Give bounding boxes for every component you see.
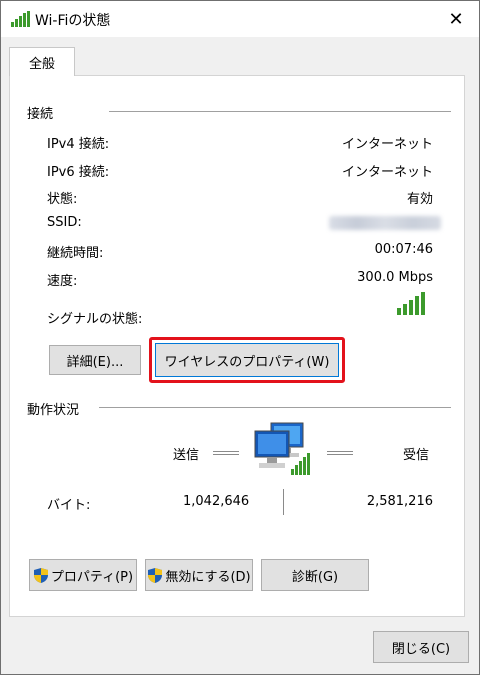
wifi-status-window: Wi-Fiの状態 ✕ 全般 接続 IPv4 接続: インターネット IPv6 接… (0, 0, 480, 675)
duration-value: 00:07:46 (374, 242, 433, 257)
duration-label: 継続時間: (47, 246, 104, 261)
sent-line (213, 451, 239, 455)
ssid-value-redacted (329, 216, 441, 230)
disable-button[interactable]: 無効にする(D) (145, 559, 253, 591)
ipv4-label: IPv4 接続: (47, 137, 110, 152)
title-bar[interactable]: Wi-Fiの状態 ✕ (1, 1, 479, 37)
ssid-label: SSID: (47, 215, 82, 230)
bytes-received-value: 2,581,216 (366, 494, 433, 509)
network-computers-icon (254, 422, 310, 475)
bytes-sent-value: 1,042,646 (183, 494, 250, 509)
diagnose-button[interactable]: 診断(G) (261, 559, 369, 591)
ipv6-label: IPv6 接続: (47, 165, 110, 180)
signal-strength-icon (397, 292, 425, 315)
ipv4-value: インターネット (341, 137, 433, 152)
connection-group-label: 接続 (27, 107, 54, 122)
disable-button-label: 無効にする(D) (165, 569, 251, 585)
details-button[interactable]: 詳細(E)... (49, 345, 141, 375)
signal-label: シグナルの状態: (47, 312, 143, 327)
close-icon[interactable]: ✕ (433, 1, 479, 37)
ipv6-value: インターネット (341, 165, 433, 180)
uac-shield-icon (148, 567, 163, 583)
received-label: 受信 (403, 448, 430, 463)
wireless-properties-button[interactable]: ワイヤレスのプロパティ(W) (155, 343, 339, 377)
speed-label: 速度: (47, 274, 78, 289)
wifi-signal-icon (11, 11, 30, 27)
tab-general[interactable]: 全般 (9, 47, 75, 76)
bytes-divider (283, 489, 284, 515)
activity-group-label: 動作状況 (27, 403, 80, 418)
window-title: Wi-Fiの状態 (35, 13, 111, 29)
status-label: 状態: (47, 192, 78, 207)
speed-value: 300.0 Mbps (357, 270, 433, 285)
activity-group-divider (99, 407, 451, 408)
connection-group-divider (109, 111, 451, 112)
uac-shield-icon (33, 567, 48, 583)
status-value: 有効 (406, 192, 433, 207)
properties-button-label: プロパティ(P) (50, 569, 134, 585)
properties-button[interactable]: プロパティ(P) (29, 559, 137, 591)
bytes-label: バイト: (47, 498, 91, 513)
received-line (327, 451, 353, 455)
close-button[interactable]: 閉じる(C) (373, 631, 469, 663)
sent-label: 送信 (173, 448, 200, 463)
